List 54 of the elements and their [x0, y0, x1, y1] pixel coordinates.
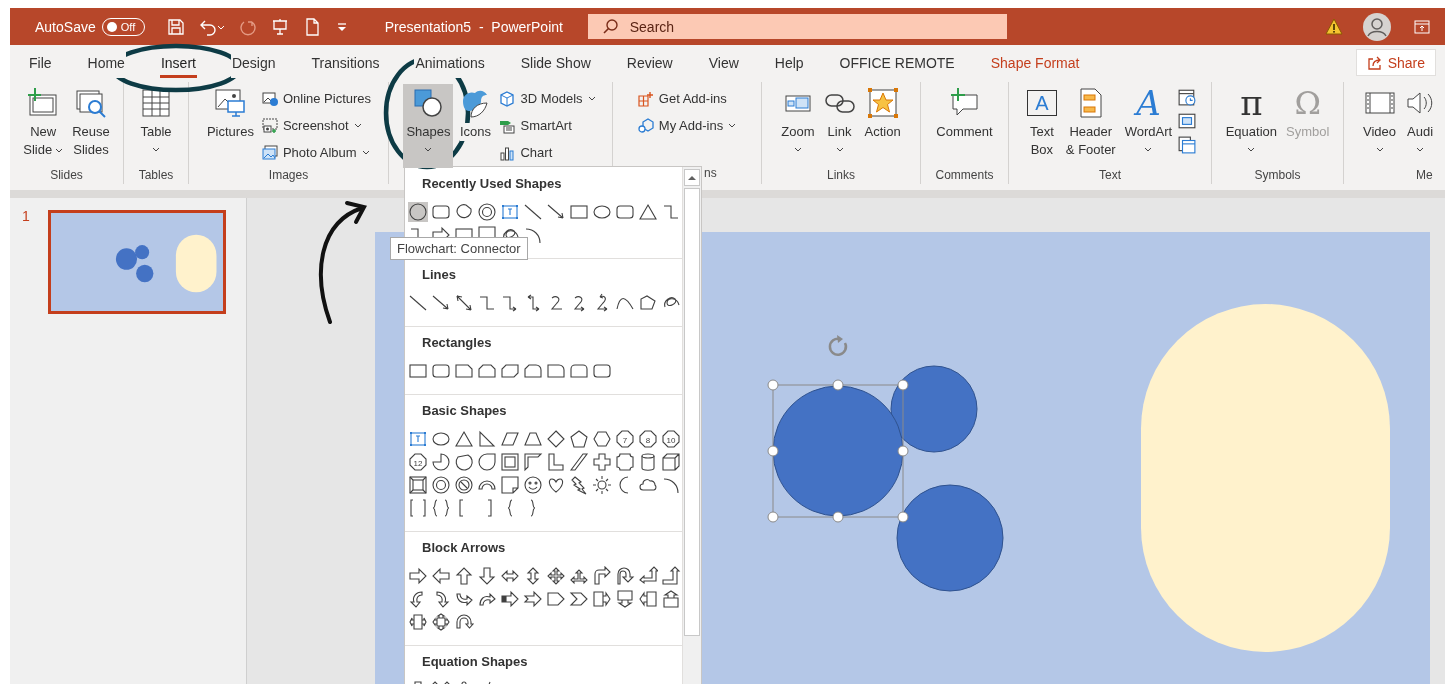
section-heading: Equation Shapes	[421, 653, 529, 671]
ribbon-button[interactable]: SmartArt	[497, 113, 598, 138]
numbered-polygon-icon[interactable]: 7	[615, 428, 635, 449]
ribbon-tab[interactable]: Design	[230, 51, 277, 78]
window-title: Presentation5 - PowerPoint	[384, 18, 564, 35]
ribbon-button[interactable]: Screenshot	[259, 113, 374, 138]
ribbon-button[interactable]: A WordArt	[1121, 84, 1176, 168]
group-label: ns	[704, 166, 717, 182]
slide-number: 1	[22, 208, 30, 224]
ribbon-button[interactable]: Online Pictures	[259, 86, 374, 111]
numbered-polygon-icon[interactable]: 8	[638, 428, 658, 449]
ribbon-button[interactable]: Shapes	[403, 84, 454, 168]
ribbon-button[interactable]: 3D Models	[497, 86, 598, 111]
ribbon-tab[interactable]: Home	[86, 51, 126, 78]
ribbon-button[interactable]: Get Add-ins	[635, 86, 739, 111]
ribbon-button[interactable]: Icons	[456, 84, 495, 168]
ribbon-button[interactable]: Video	[1360, 84, 1399, 168]
group-label: Slides	[50, 168, 83, 184]
ribbon-button[interactable]: Action	[861, 84, 904, 168]
ribbon-button[interactable]: Pictures	[203, 84, 257, 168]
omega-icon: Ω	[1294, 87, 1321, 119]
ribbon-button[interactable]: Table	[137, 84, 175, 168]
ribbon-button[interactable]: My Add-ins	[635, 113, 739, 138]
ribbon-button[interactable]: Chart	[497, 140, 598, 165]
share-button[interactable]: Share	[1355, 49, 1436, 76]
group-label: Symbols	[1254, 168, 1301, 184]
group-label: Images	[268, 168, 309, 184]
section-heading: Rectangles	[421, 334, 493, 352]
section-heading: Lines	[421, 266, 457, 284]
section-heading: Block Arrows	[421, 539, 507, 557]
text-box-icon: A	[1026, 90, 1057, 116]
pi-icon: π	[1240, 87, 1263, 119]
autosave-label: AutoSave	[35, 18, 96, 35]
ribbon-button[interactable]: Link	[820, 84, 859, 168]
ribbon-button[interactable]: Header & Footer	[1062, 84, 1119, 168]
group-label: Tables	[138, 168, 174, 184]
group-label: Links	[827, 168, 855, 184]
section-heading: Basic Shapes	[421, 402, 508, 420]
ribbon-button[interactable]: New Slide	[20, 84, 67, 168]
search-field[interactable]: Search	[587, 14, 1007, 39]
group-label: Me	[1416, 168, 1433, 184]
ribbon-button[interactable]: π Equation	[1222, 84, 1280, 168]
ribbon-button[interactable]: Zoom	[778, 84, 818, 168]
group-label: Comments	[935, 168, 994, 184]
numbered-polygon-icon[interactable]: 12	[408, 451, 428, 472]
ribbon-button[interactable]: A Text Box	[1023, 84, 1060, 168]
section-heading: Recently Used Shapes	[421, 175, 563, 193]
numbered-polygon-icon[interactable]: 10	[661, 428, 681, 449]
ribbon-button[interactable]: Reuse Slides	[69, 84, 113, 168]
tooltip: Flowchart: Connector	[390, 237, 528, 260]
ribbon-button[interactable]: Comment	[933, 84, 996, 168]
ribbon-button[interactable]: Photo Album	[259, 140, 374, 165]
ribbon-button[interactable]: Audi	[1401, 84, 1439, 168]
group-label: Text	[1099, 168, 1121, 184]
